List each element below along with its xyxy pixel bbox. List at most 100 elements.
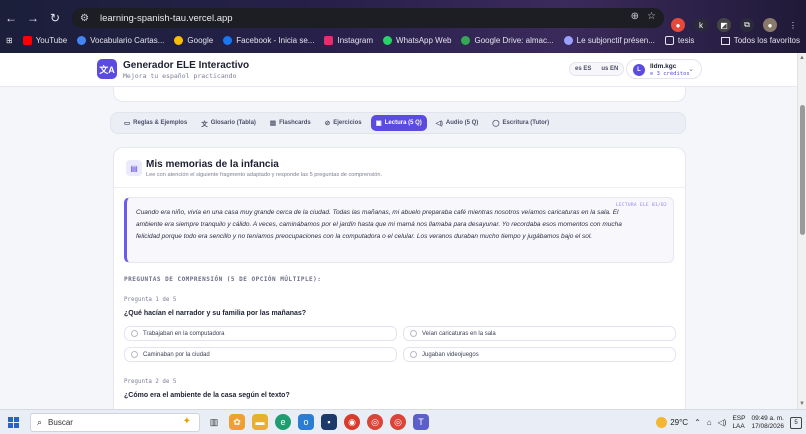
bookmark-item[interactable]: Facebook - Inicia se... (223, 36, 314, 45)
option-3[interactable]: Caminaban por la ciudad (124, 347, 397, 362)
bookmark-item[interactable]: YouTube (22, 36, 68, 45)
sparkle-icon: ✦ (182, 416, 191, 427)
page-scrollbar[interactable]: ▲ ▼ (797, 53, 806, 409)
bookmark-label: Facebook - Inicia se... (236, 36, 315, 45)
edge-icon[interactable]: e (275, 414, 291, 430)
bookmark-folder[interactable]: tesis (664, 36, 695, 45)
option-4[interactable]: Jugaban videojuegos (403, 347, 676, 362)
radio-icon (410, 330, 417, 337)
taskbar-search[interactable]: ⌕ Buscar ✦ (30, 413, 200, 432)
user-credits: ⊙ 3 créditos (650, 71, 690, 77)
chevron-down-icon: ⌄ (688, 66, 694, 73)
radio-icon (410, 351, 417, 358)
chrome-icon[interactable]: ◎ (367, 414, 383, 430)
tab-label: Glosario (Tabla) (210, 120, 256, 126)
bookmark-item[interactable]: Vocabulario Cartas... (77, 36, 164, 45)
bookmarks-bar: ⊞ YouTube Vocabulario Cartas... Google F… (0, 32, 806, 49)
volume-icon[interactable]: ◁) (718, 418, 727, 427)
extension-icon[interactable]: ◩ (717, 18, 731, 32)
section-subtitle: Lee con atención el siguiente fragmento … (146, 172, 383, 178)
outlook-icon[interactable]: o (298, 414, 314, 430)
chrome-icon[interactable]: ◎ (390, 414, 406, 430)
chat-icon: ◯ (492, 120, 500, 127)
clock-time: 09:49 a. m. (751, 414, 784, 422)
scroll-up-icon[interactable]: ▲ (799, 55, 805, 61)
tab-lectura[interactable]: ▣ Lectura (5 Q) (370, 115, 427, 131)
notification-icon[interactable]: 5 (790, 416, 802, 429)
scroll-down-icon[interactable]: ▼ (799, 401, 805, 407)
tab-reglas[interactable]: ▭ Reglas & Ejemplos (119, 115, 192, 131)
back-icon[interactable]: ← (0, 8, 22, 28)
taskbar-apps: ▥ ✿ ▬ e o ▪ ◉ ◎ ◎ T (206, 414, 429, 430)
file-explorer-icon[interactable]: ▬ (252, 414, 268, 430)
menu-icon[interactable]: ⋮ (786, 18, 800, 32)
tab-flashcards[interactable]: ▤ Flashcards (265, 115, 316, 131)
option-label: Veían caricaturas en la sala (422, 330, 496, 337)
tab-label: Escritura (Tutor) (502, 120, 550, 126)
lang-en-button[interactable]: us EN (596, 63, 623, 75)
option-1[interactable]: Trabajaban en la computadora (124, 326, 397, 341)
app-icon[interactable]: ✿ (229, 414, 245, 430)
zoom-icon[interactable]: ⊕ (631, 11, 639, 22)
bookmark-item[interactable]: Le subjonctif présen... (563, 36, 655, 45)
puzzle-icon[interactable]: ⧉ (740, 18, 754, 32)
bookmark-item[interactable]: Google Drive: almac... (461, 36, 554, 45)
bookmark-item[interactable]: Instagram (324, 36, 373, 45)
question-number: Pregunta 2 de 5 (124, 379, 177, 385)
bookmark-star-icon[interactable]: ☆ (647, 11, 656, 22)
scroll-thumb[interactable] (800, 105, 805, 235)
profile-avatar[interactable]: ● (763, 18, 777, 32)
task-view-icon[interactable]: ▥ (206, 414, 222, 430)
tab-audio[interactable]: ◁) Audio (5 Q) (431, 115, 484, 131)
divider (114, 187, 685, 188)
search-placeholder: Buscar (48, 418, 73, 427)
translate-icon: 文 (201, 121, 208, 128)
windows-start-icon[interactable] (8, 417, 19, 428)
bookmark-item[interactable]: WhatsApp Web (383, 36, 451, 45)
bookmark-item[interactable]: Google (174, 36, 213, 45)
lang-es-label: ES (583, 66, 592, 72)
option-2[interactable]: Veían caricaturas en la sala (403, 326, 676, 341)
tab-label: Flashcards (279, 120, 311, 126)
notification-count: 5 (794, 419, 798, 426)
app-icon[interactable]: ◉ (344, 414, 360, 430)
weather-sun-icon (656, 417, 668, 428)
tab-ejercicios[interactable]: ⊘ Ejercicios (320, 115, 367, 131)
browser-chrome: ← → ↻ ⚙ learning-spanish-tau.vercel.app … (0, 0, 806, 53)
extension-k-icon[interactable]: k (694, 18, 708, 32)
questions-heading: PREGUNTAS DE COMPRENSIÓN (5 DE OPCIÓN MÚ… (124, 276, 322, 283)
site-info-icon[interactable]: ⚙ (80, 13, 94, 24)
user-menu[interactable]: L lldm.kgc ⊙ 3 créditos ⌄ (626, 59, 702, 79)
extension-icon[interactable]: ● (671, 18, 685, 32)
reading-text: Cuando era niño, vivía en una casa muy g… (136, 209, 622, 240)
question-text: ¿Qué hacían el narrador y su familia por… (124, 310, 307, 317)
app-icon[interactable]: ▪ (321, 414, 337, 430)
bookmark-label: YouTube (35, 36, 68, 45)
all-bookmarks-label: Todos los favoritos (733, 36, 800, 45)
url-text[interactable]: learning-spanish-tau.vercel.app (100, 13, 233, 24)
chevron-up-icon[interactable]: ⌃ (694, 418, 701, 427)
lang-es-button[interactable]: es ES (570, 63, 596, 75)
input-language[interactable]: ESP LAA (732, 415, 745, 431)
reading-card: ▤ Mis memorias de la infancia Lee con at… (113, 147, 686, 409)
tab-glosario[interactable]: 文 Glosario (Tabla) (196, 115, 261, 131)
app-subtitle: Mejora tu español practicando (123, 72, 237, 80)
clock-date: 17/08/2026 (751, 422, 784, 430)
extensions: ● k ◩ ⧉ ● ⋮ (671, 18, 800, 32)
weather-widget[interactable]: 29°C (656, 417, 688, 428)
forward-icon[interactable]: → (22, 8, 44, 28)
teams-icon[interactable]: T (413, 414, 429, 430)
taskbar: ⌕ Buscar ✦ ▥ ✿ ▬ e o ▪ ◉ ◎ ◎ T 29°C ⌃ ⌂ … (0, 409, 806, 434)
app-title: Generador ELE Interactivo (123, 60, 250, 71)
clock[interactable]: 09:49 a. m. 17/08/2026 (751, 415, 784, 431)
tab-escritura[interactable]: ◯ Escritura (Tutor) (487, 115, 554, 131)
check-circle-icon: ⊘ (324, 120, 331, 127)
all-bookmarks[interactable]: Todos los favoritos (720, 32, 800, 49)
network-icon[interactable]: ⌂ (707, 418, 712, 427)
bookmark-label: tesis (677, 36, 695, 45)
apps-icon[interactable]: ⊞ (6, 36, 13, 45)
lang-en-label: EN (610, 66, 619, 72)
address-bar[interactable]: ⚙ learning-spanish-tau.vercel.app ⊕ ☆ (72, 8, 664, 28)
reload-icon[interactable]: ↻ (44, 8, 66, 28)
avatar: L (633, 64, 645, 76)
